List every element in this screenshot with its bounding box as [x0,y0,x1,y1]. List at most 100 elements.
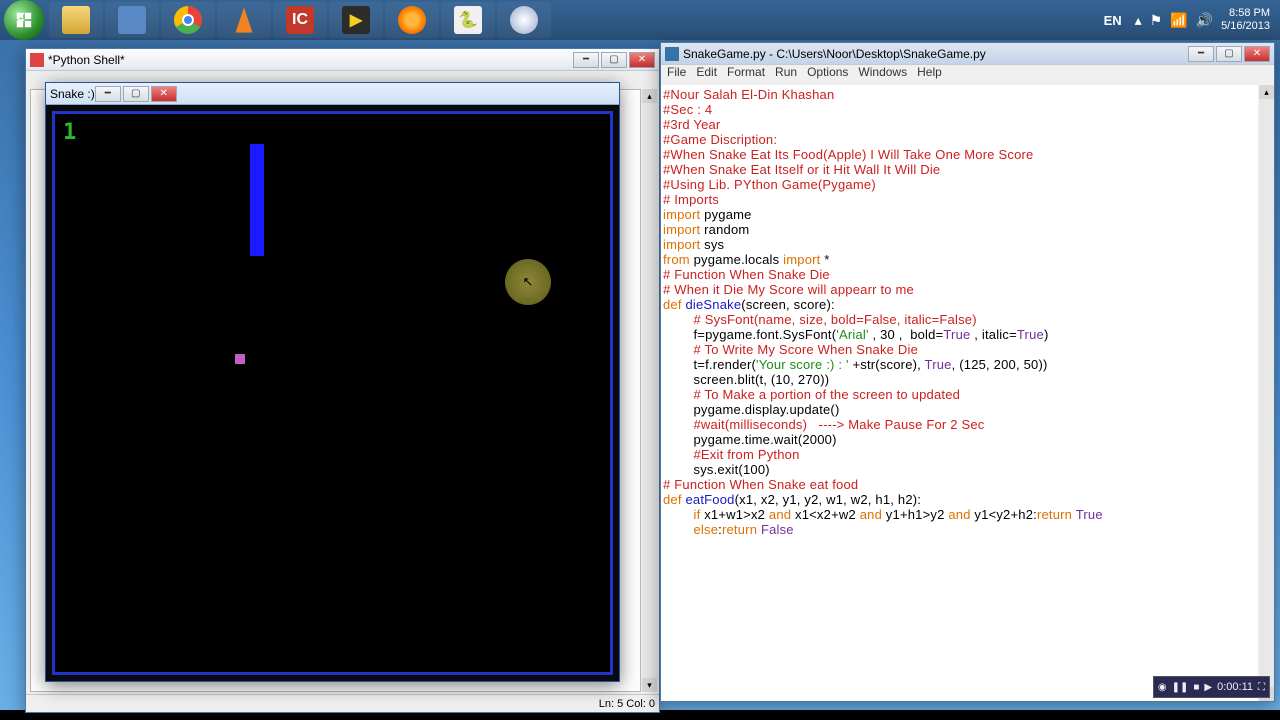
recorder-time: 0:00:11 [1217,681,1253,693]
code-line: sys.exit(100) [663,462,1256,477]
code-line: import pygame [663,207,1256,222]
snake-body [250,144,264,256]
taskbar-app-notepadpp[interactable] [105,2,159,38]
code-line: # SysFont(name, size, bold=False, italic… [663,312,1256,327]
folder-icon [62,6,90,34]
close-button[interactable]: ✕ [151,86,177,102]
disc-icon [510,6,538,34]
language-indicator[interactable]: EN [1099,6,1127,34]
editor-titlebar[interactable]: SnakeGame.py - C:\Users\Noor\Desktop\Sna… [661,43,1274,65]
taskbar-app-idm[interactable]: IC [273,2,327,38]
code-editor[interactable]: #Nour Salah El-Din Khashan#Sec : 4#3rd Y… [661,85,1258,701]
shell-scrollbar[interactable] [642,89,657,692]
screen-recorder-widget[interactable]: ◉ ❚❚ ■ ▶ 0:00:11 ⛶ [1153,676,1270,698]
tray-chevron-icon[interactable]: ▴ [1135,12,1142,29]
flag-icon[interactable]: ⚑ [1150,12,1163,29]
code-line: #Sec : 4 [663,102,1256,117]
code-line: #wait(milliseconds) ----> Make Pause For… [663,417,1256,432]
code-line: # Function When Snake eat food [663,477,1256,492]
game-titlebar[interactable]: Snake :) ━ ▢ ✕ [46,83,619,105]
code-line: #Using Lib. PYthon Game(Pygame) [663,177,1256,192]
code-line: #Exit from Python [663,447,1256,462]
notepad-icon [118,6,146,34]
menu-run[interactable]: Run [775,65,797,83]
taskbar: IC ▶ 🐍 EN ▴ ⚑ 📶 🔊 8:58 PM 5/16/2013 [0,0,1280,40]
chrome-icon [174,6,202,34]
menu-edit[interactable]: Edit [696,65,717,83]
maximize-button[interactable]: ▢ [601,52,627,68]
clock-date: 5/16/2013 [1221,20,1270,33]
minimize-button[interactable]: ━ [1188,46,1214,62]
code-line: f=pygame.font.SysFont('Arial' , 30 , bol… [663,327,1256,342]
code-line: import random [663,222,1256,237]
network-icon[interactable]: 📶 [1170,12,1187,29]
taskbar-app-disc[interactable] [497,2,551,38]
menu-options[interactable]: Options [807,65,848,83]
code-line: # To Make a portion of the screen to upd… [663,387,1256,402]
shell-title: *Python Shell* [48,53,125,67]
code-line: from pygame.locals import * [663,252,1256,267]
expand-icon[interactable]: ⛶ [1258,682,1265,693]
tk-icon [30,53,44,67]
stop-icon[interactable]: ■ [1193,682,1199,693]
taskbar-app-chrome[interactable] [161,2,215,38]
editor-scrollbar[interactable] [1259,85,1274,701]
maximize-button[interactable]: ▢ [123,86,149,102]
code-line: #When Snake Eat Its Food(Apple) I Will T… [663,147,1256,162]
code-line: # When it Die My Score will appearr to m… [663,282,1256,297]
code-line: t=f.render('Your score :) : ' +str(score… [663,357,1256,372]
taskbar-clock[interactable]: 8:58 PM 5/16/2013 [1221,7,1270,33]
recorder-icon: ◉ [1158,682,1167,693]
code-line: def eatFood(x1, x2, y1, y2, w1, w2, h1, … [663,492,1256,507]
shell-titlebar[interactable]: *Python Shell* ━ ▢ ✕ [26,49,659,71]
maximize-button[interactable]: ▢ [1216,46,1242,62]
close-button[interactable]: ✕ [1244,46,1270,62]
taskbar-app-media[interactable]: ▶ [329,2,383,38]
code-line: # Imports [663,192,1256,207]
taskbar-app-explorer[interactable] [49,2,103,38]
taskbar-app-pyscript[interactable]: 🐍 [441,2,495,38]
code-line: pygame.display.update() [663,402,1256,417]
score-display: 1 [63,120,76,145]
start-button[interactable] [4,0,44,40]
code-line: screen.blit(t, (10, 270)) [663,372,1256,387]
game-title: Snake :) [50,87,95,101]
code-line: import sys [663,237,1256,252]
pause-icon[interactable]: ❚❚ [1172,682,1189,693]
menu-format[interactable]: Format [727,65,765,83]
media-icon: ▶ [342,6,370,34]
cursor-highlight: ↖ [505,259,551,305]
menu-windows[interactable]: Windows [858,65,907,83]
vlc-icon [230,6,258,34]
shell-statusbar: Ln: 5 Col: 0 [26,694,659,712]
minimize-button[interactable]: ━ [573,52,599,68]
code-line: #Nour Salah El-Din Khashan [663,87,1256,102]
code-line: if x1+w1>x2 and x1<x2+w2 and y1+h1>y2 an… [663,507,1256,522]
code-line: pygame.time.wait(2000) [663,432,1256,447]
python-file-icon: 🐍 [454,6,482,34]
python-icon [665,47,679,61]
game-canvas[interactable]: 1 ↖ [52,111,613,675]
idm-icon: IC [286,6,314,34]
code-line: else:return False [663,522,1256,537]
play-icon[interactable]: ▶ [1204,682,1212,693]
clock-time: 8:58 PM [1221,7,1270,20]
code-line: # To Write My Score When Snake Die [663,342,1256,357]
menu-help[interactable]: Help [917,65,942,83]
code-line: def dieSnake(screen, score): [663,297,1256,312]
minimize-button[interactable]: ━ [95,86,121,102]
taskbar-app-firefox[interactable] [385,2,439,38]
close-button[interactable]: ✕ [629,52,655,68]
volume-icon[interactable]: 🔊 [1196,12,1213,29]
editor-title: SnakeGame.py - C:\Users\Noor\Desktop\Sna… [683,47,986,61]
system-tray: EN ▴ ⚑ 📶 🔊 8:58 PM 5/16/2013 [1099,6,1280,34]
taskbar-app-vlc[interactable] [217,2,271,38]
code-line: #3rd Year [663,117,1256,132]
firefox-icon [398,6,426,34]
menu-file[interactable]: File [667,65,686,83]
editor-menubar: File Edit Format Run Options Windows Help [661,65,1274,83]
code-line: # Function When Snake Die [663,267,1256,282]
code-line: #Game Discription: [663,132,1256,147]
idle-editor-window[interactable]: SnakeGame.py - C:\Users\Noor\Desktop\Sna… [660,42,1275,702]
snake-game-window[interactable]: Snake :) ━ ▢ ✕ 1 ↖ [45,82,620,682]
